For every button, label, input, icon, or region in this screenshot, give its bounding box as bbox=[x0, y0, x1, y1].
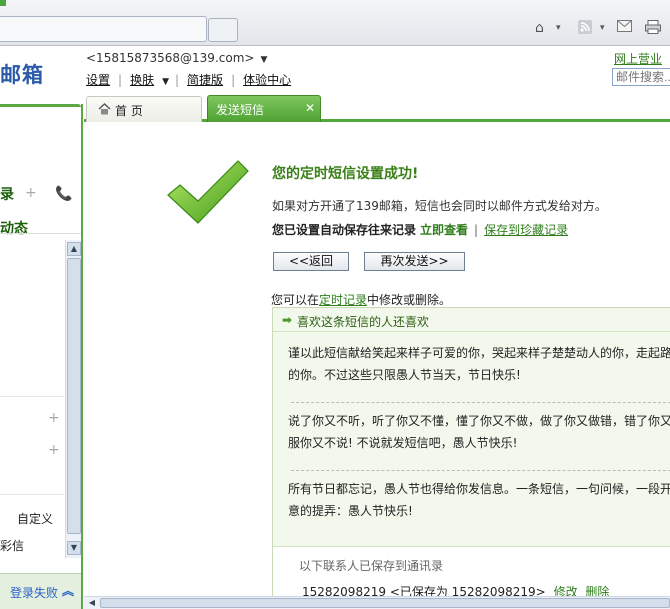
tab-send-sms[interactable]: 发送短信 ✕ bbox=[207, 95, 321, 122]
add-icon[interactable]: + bbox=[25, 185, 37, 201]
tab-home-label: 首 页 bbox=[115, 104, 143, 118]
tip-prefix: 您可以在 bbox=[271, 293, 320, 307]
recommended-message[interactable]: 谨以此短信献给笑起来样子可爱的你，哭起来样子楚楚动人的你，走起路 的你。不过这些… bbox=[288, 342, 670, 386]
message-line: 所有节日都忘记，愚人节也得给你发信息。一条短信，一句问候，一段开 bbox=[288, 482, 670, 496]
tab-home[interactable]: 首 页 bbox=[86, 96, 202, 122]
rss-feed-icon[interactable] bbox=[578, 20, 592, 36]
feed-dropdown-icon[interactable]: ▾ bbox=[600, 20, 605, 36]
print-icon[interactable] bbox=[645, 20, 661, 36]
mail-header: 邮箱 <15815873568@139.com> ▼ 设置 | 换肤 ▼ | 简捷版 | 体验中… bbox=[0, 46, 670, 92]
home-tab-icon bbox=[98, 103, 111, 115]
success-check-icon bbox=[167, 160, 249, 224]
saved-contacts-notice: 以下联系人已保存到通讯录 bbox=[299, 559, 444, 573]
account-address[interactable]: <15815873568@139.com> bbox=[86, 51, 254, 65]
link-separator: | bbox=[118, 73, 123, 87]
horizontal-scrollbar[interactable]: ◀ bbox=[84, 596, 670, 609]
phone-icon[interactable]: 📞 bbox=[55, 186, 72, 202]
scroll-left-arrow-icon[interactable]: ◀ bbox=[86, 598, 98, 608]
login-status-bar[interactable]: 登录失败 ︽ bbox=[0, 573, 81, 609]
link-separator: | bbox=[231, 73, 236, 87]
sidebar-scrollbar[interactable]: ▲ ▼ bbox=[65, 240, 81, 558]
skin-dropdown-icon[interactable]: ▼ bbox=[162, 77, 169, 87]
recommendation-box: ➡ 喜欢这条短信的人还喜欢 谨以此短信献给笑起来样子可爱的你，哭起来样子楚楚动人… bbox=[272, 307, 670, 609]
sidebar-item-mms[interactable]: 彩信 bbox=[0, 537, 24, 554]
tab-bar: 首 页 发送短信 ✕ bbox=[84, 92, 670, 122]
account-selector[interactable]: <15815873568@139.com> ▼ bbox=[86, 51, 267, 65]
address-bar[interactable] bbox=[0, 16, 207, 42]
header-links: 设置 | 换肤 ▼ | 简捷版 | 体验中心 bbox=[86, 71, 299, 88]
message-line: 服你又不说! 不说就发短信吧，愚人节快乐! bbox=[288, 436, 518, 450]
tab-send-sms-label: 发送短信 bbox=[216, 103, 265, 117]
add-icon[interactable]: + bbox=[48, 442, 60, 458]
message-divider bbox=[291, 470, 670, 471]
sidebar-news-heading[interactable]: 动态 bbox=[0, 218, 28, 238]
tip-suffix: 中修改或删除。 bbox=[367, 293, 452, 307]
settings-link[interactable]: 设置 bbox=[86, 73, 110, 87]
sidebar-divider bbox=[0, 396, 64, 397]
home-icon[interactable]: ⌂ bbox=[535, 20, 544, 36]
account-dropdown-icon[interactable]: ▼ bbox=[260, 55, 267, 65]
scheduled-record-link[interactable]: 定时记录 bbox=[319, 293, 367, 307]
left-sidebar: 录 + 📞 动态 ▲ ▼ + + 自定义 彩信 登录失败 ︽ bbox=[0, 104, 83, 609]
new-tab-button[interactable] bbox=[208, 18, 238, 42]
success-description: 如果对方开通了139邮箱，短信也会同时以邮件方式发给对方。 bbox=[272, 199, 607, 213]
window-corner bbox=[0, 0, 6, 6]
scroll-thumb[interactable] bbox=[67, 258, 81, 534]
save-to-collection-link[interactable]: 保存到珍藏记录 bbox=[484, 223, 568, 237]
link-separator: | bbox=[474, 223, 479, 237]
view-now-link[interactable]: 立即查看 bbox=[420, 223, 468, 237]
experience-center-link[interactable]: 体验中心 bbox=[243, 73, 291, 87]
link-separator: | bbox=[175, 73, 180, 87]
sidebar-divider bbox=[0, 233, 81, 234]
message-line: 谨以此短信献给笑起来样子可爱的你，哭起来样子楚楚动人的你，走起路 bbox=[288, 346, 670, 360]
login-fail-label[interactable]: 登录失败 bbox=[10, 584, 58, 601]
add-icon[interactable]: + bbox=[48, 410, 60, 426]
sidebar-divider bbox=[0, 494, 64, 495]
scroll-down-arrow-icon[interactable]: ▼ bbox=[67, 541, 81, 555]
sidebar-top-border bbox=[0, 104, 81, 107]
close-tab-icon[interactable]: ✕ bbox=[305, 101, 315, 115]
mail-search-input[interactable] bbox=[612, 68, 670, 86]
recommended-message[interactable]: 说了你又不听，听了你又不懂，懂了你又不做，做了你又做错，错了你又 服你又不说! … bbox=[288, 410, 670, 454]
home-dropdown-icon[interactable]: ▾ bbox=[556, 20, 561, 36]
recommended-message[interactable]: 所有节日都忘记，愚人节也得给你发信息。一条短信，一句问候，一段开 意的提弄：愚人… bbox=[288, 478, 670, 522]
message-line: 意的提弄：愚人节快乐! bbox=[288, 504, 413, 518]
sidebar-records-heading[interactable]: 录 bbox=[0, 184, 14, 204]
auto-save-row: 您已设置自动保存往来记录 立即查看 | 保存到珍藏记录 bbox=[272, 221, 568, 238]
skin-link[interactable]: 换肤 bbox=[130, 73, 154, 87]
mailbox-logo[interactable]: 邮箱 bbox=[0, 59, 44, 89]
mail-icon[interactable] bbox=[617, 20, 632, 36]
recommendation-header: ➡ 喜欢这条短信的人还喜欢 bbox=[273, 308, 670, 332]
resend-button[interactable]: 再次发送>> bbox=[364, 252, 465, 271]
message-line: 说了你又不听，听了你又不懂，懂了你又不做，做了你又做错，错了你又 bbox=[288, 414, 670, 428]
simple-version-link[interactable]: 简捷版 bbox=[187, 73, 223, 87]
arrow-right-icon: ➡ bbox=[282, 313, 293, 327]
message-line: 的你。不过这些只限愚人节当天，节日快乐! bbox=[288, 368, 521, 382]
recommendation-heading: 喜欢这条短信的人还喜欢 bbox=[297, 315, 430, 329]
horizontal-scroll-thumb[interactable] bbox=[100, 598, 670, 608]
message-divider bbox=[291, 402, 670, 403]
chevron-up-icon[interactable]: ︽ bbox=[62, 582, 74, 599]
auto-save-notice: 您已设置自动保存往来记录 bbox=[272, 223, 417, 237]
send-sms-result-panel: 您的定时短信设置成功! 如果对方开通了139邮箱，短信也会同时以邮件方式发给对方… bbox=[84, 125, 670, 609]
success-title: 您的定时短信设置成功! bbox=[272, 166, 419, 182]
sidebar-item-custom[interactable]: 自定义 bbox=[17, 510, 53, 527]
scheduled-record-tip: 您可以在定时记录中修改或删除。 bbox=[271, 291, 451, 308]
scroll-up-arrow-icon[interactable]: ▲ bbox=[67, 242, 81, 256]
back-button[interactable]: <<返回 bbox=[273, 252, 349, 271]
browser-toolbar: ⌂ ▾ ▾ bbox=[0, 0, 670, 46]
